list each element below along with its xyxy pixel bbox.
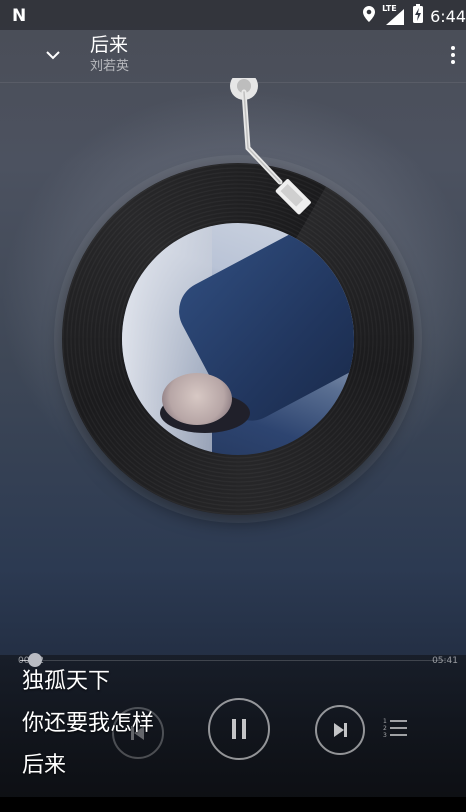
player-header: 后来 刘若英: [0, 30, 466, 83]
status-bar: N LTE 6:44: [0, 0, 466, 30]
lyric-line: 你还要我怎样: [22, 711, 155, 736]
status-time: 6:44: [430, 6, 466, 26]
svg-text:2: 2: [383, 725, 387, 732]
tonearm: [230, 78, 311, 215]
location-icon: [362, 5, 376, 27]
collapse-button[interactable]: [38, 40, 68, 70]
playlist-button[interactable]: 1 2 3: [383, 717, 409, 739]
lyric-line: 后来: [22, 753, 67, 778]
next-button[interactable]: [315, 705, 365, 755]
svg-text:3: 3: [383, 732, 387, 739]
svg-text:1: 1: [383, 718, 387, 725]
notification-n-icon: N: [12, 6, 26, 26]
next-icon: [334, 723, 347, 737]
chevron-down-icon: [46, 51, 60, 60]
progress-bar[interactable]: [20, 653, 446, 667]
battery-charging-icon: [412, 4, 424, 28]
total-duration: 05:41: [432, 656, 458, 666]
playlist-icon: 1 2 3: [383, 718, 407, 739]
lyrics-overlay: 独孤天下 你还要我怎样 后来: [22, 665, 322, 791]
song-title: 后来: [90, 34, 129, 56]
lyric-line: 独孤天下: [22, 669, 111, 694]
lte-label: LTE: [382, 4, 397, 13]
navigation-bar: [0, 797, 466, 812]
more-options-button[interactable]: [446, 40, 460, 70]
signal-icon: LTE: [382, 4, 406, 26]
album-art: [122, 223, 354, 455]
more-vert-icon: [451, 46, 455, 50]
artist-name: 刘若英: [90, 59, 130, 74]
